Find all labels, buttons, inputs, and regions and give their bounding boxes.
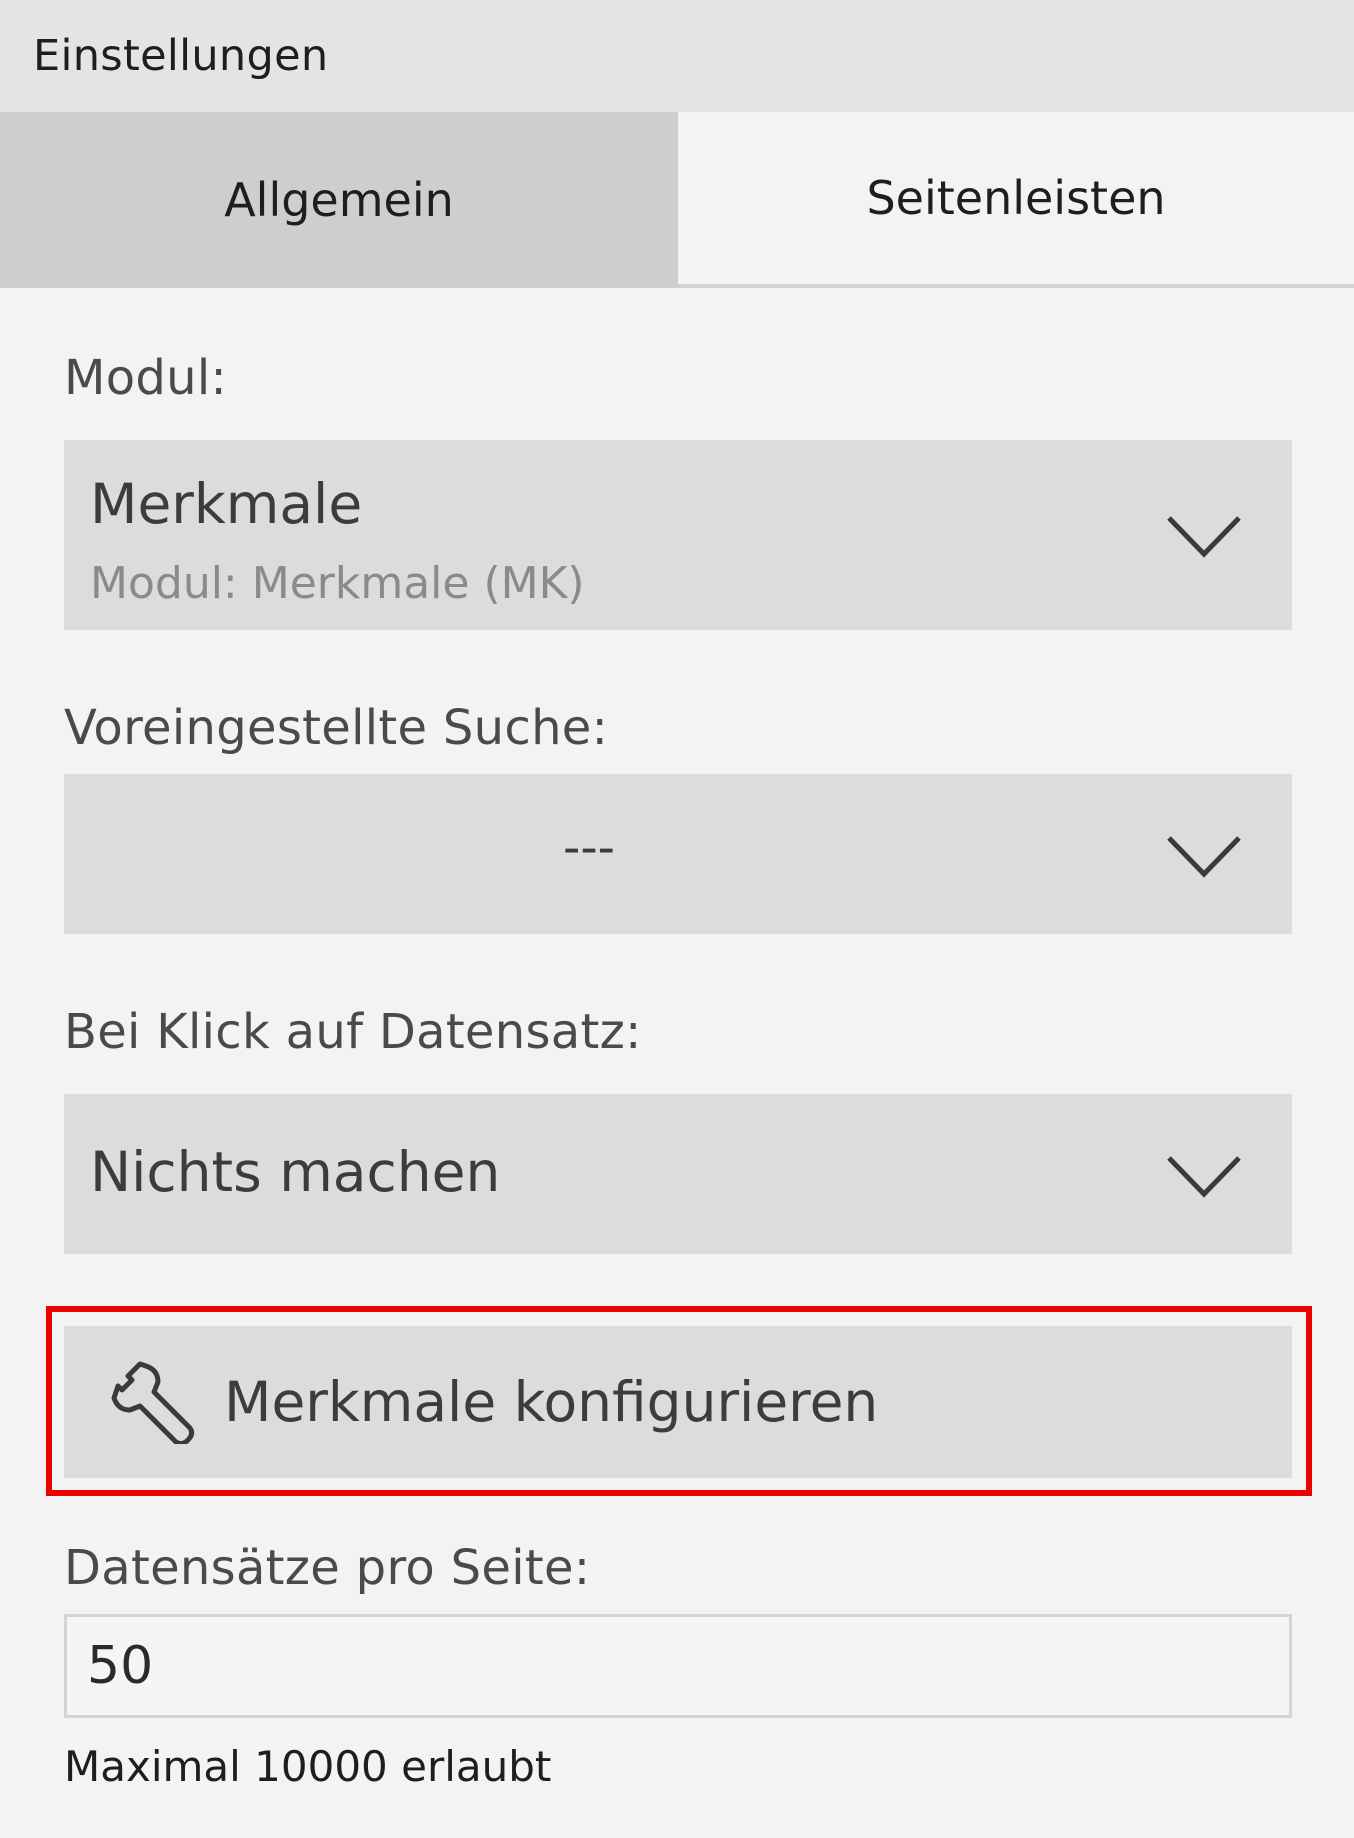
configure-features-button[interactable]: Merkmale konfigurieren [64, 1326, 1292, 1478]
preset-search-select[interactable]: --- [64, 774, 1292, 934]
records-per-page-input[interactable] [64, 1614, 1292, 1718]
chevron-down-icon [1167, 1156, 1241, 1198]
chevron-down-icon [1167, 836, 1241, 878]
configure-features-label: Merkmale konfigurieren [224, 1370, 879, 1434]
tab-general[interactable]: Allgemein [0, 112, 678, 288]
preset-search-label: Voreingestellte Suche: [64, 700, 609, 756]
records-per-page-label: Datensätze pro Seite: [64, 1540, 591, 1596]
window-titlebar: Einstellungen [0, 0, 1354, 112]
settings-tabs: Allgemein Seitenleisten [0, 112, 1354, 288]
record-click-select[interactable]: Nichts machen [64, 1094, 1292, 1254]
record-click-value: Nichts machen [90, 1140, 501, 1204]
preset-search-value: --- [563, 820, 615, 876]
module-select-subtitle: Modul: Merkmale (MK) [90, 558, 585, 609]
records-per-page-hint: Maximal 10000 erlaubt [64, 1742, 552, 1791]
module-label: Modul: [64, 350, 227, 406]
wrench-icon [111, 1361, 195, 1444]
window-title: Einstellungen [33, 31, 329, 81]
record-click-label: Bei Klick auf Datensatz: [64, 1004, 642, 1060]
module-select-value: Merkmale [90, 472, 363, 536]
tab-sidebars[interactable]: Seitenleisten [678, 112, 1354, 288]
module-select[interactable]: Merkmale Modul: Merkmale (MK) [64, 440, 1292, 630]
chevron-down-icon [1167, 516, 1241, 558]
